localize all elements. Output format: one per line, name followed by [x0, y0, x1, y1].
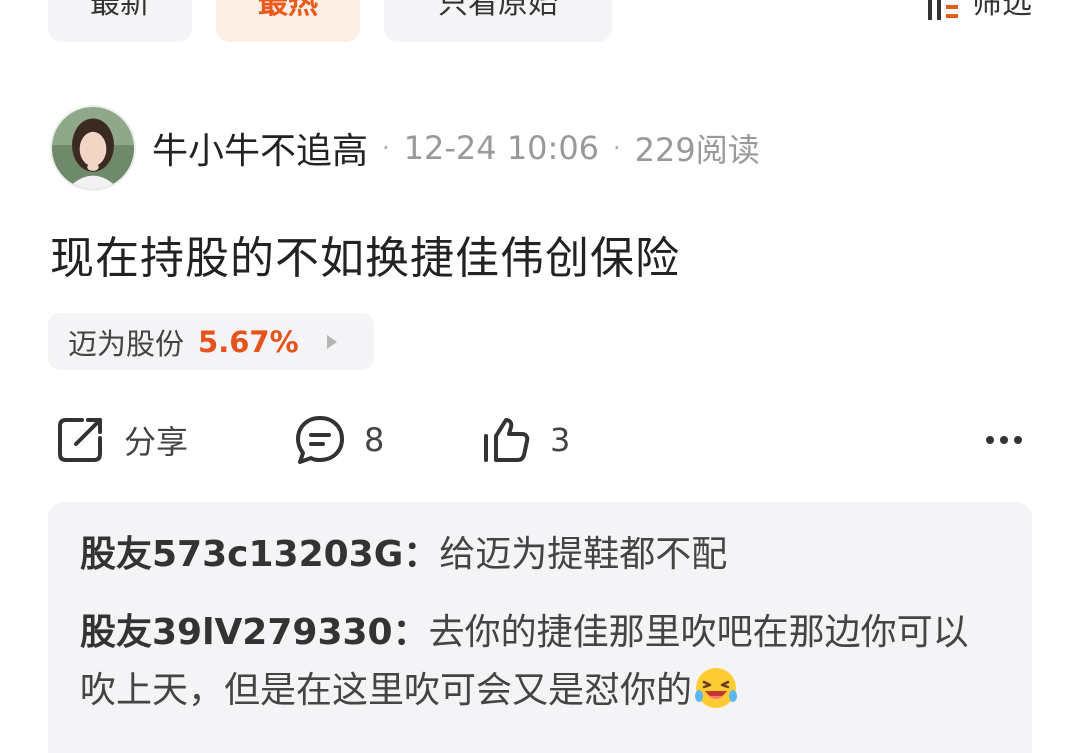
- comment-icon: [296, 416, 344, 464]
- filter-icon: [928, 0, 958, 20]
- action-bar: 分享 8 3: [52, 410, 1032, 470]
- author-name[interactable]: 牛小牛不追高: [152, 122, 368, 174]
- stock-name: 迈为股份: [68, 326, 185, 361]
- separator-dot: ·: [382, 134, 390, 162]
- filter-label: 筛选: [972, 0, 1032, 21]
- comment-user[interactable]: 股友573c13203G: [80, 534, 403, 575]
- comment-user[interactable]: 股友39lV279330: [80, 612, 393, 653]
- separator-dot: ·: [613, 134, 621, 162]
- more-dots-icon: [986, 436, 1022, 444]
- tab-hot[interactable]: 最热: [216, 0, 360, 42]
- post-content[interactable]: 现在持股的不如换捷佳伟创保险: [50, 222, 680, 286]
- like-button[interactable]: 3: [478, 410, 570, 470]
- share-label: 分享: [124, 423, 189, 461]
- sort-tabs: 最新 最热 只看原始: [48, 0, 612, 42]
- more-button[interactable]: [986, 410, 1022, 470]
- stock-change: 5.67%: [198, 324, 299, 359]
- comment-colon: ：: [392, 612, 429, 653]
- thumbs-up-icon: [484, 418, 530, 462]
- post-meta: · 12-24 10:06 · 229阅读: [382, 125, 760, 171]
- post-header: 牛小牛不追高 · 12-24 10:06 · 229阅读: [50, 104, 760, 192]
- comment-item[interactable]: 股友573c13203G：给迈为提鞋都不配: [80, 526, 1000, 584]
- comment-text: 给迈为提鞋都不配: [439, 534, 728, 575]
- tab-original-only[interactable]: 只看原始: [384, 0, 612, 42]
- chevron-right-icon: [326, 334, 337, 349]
- comment-item[interactable]: 股友39lV279330：去你的捷佳那里吹吧在那边你可以吹上天，但是在这里吹可会…: [80, 604, 1000, 720]
- tab-latest[interactable]: 最新: [48, 0, 192, 42]
- avatar[interactable]: [50, 105, 136, 191]
- stock-tag[interactable]: 迈为股份 5.67%: [48, 313, 374, 370]
- comment-count: 8: [364, 421, 385, 459]
- filter-button[interactable]: 筛选: [926, 0, 1032, 42]
- comment-button[interactable]: 8: [292, 410, 384, 470]
- laughing-emoji-icon: [695, 668, 738, 708]
- comment-preview[interactable]: 股友573c13203G：给迈为提鞋都不配 股友39lV279330：去你的捷佳…: [48, 502, 1032, 753]
- comment-colon: ：: [403, 534, 440, 575]
- like-count: 3: [550, 421, 571, 459]
- share-button[interactable]: 分享: [52, 410, 188, 470]
- post-time: 12-24 10:06: [403, 129, 600, 167]
- avatar-image: [52, 107, 134, 189]
- view-count: 229阅读: [634, 131, 760, 169]
- share-icon: [58, 418, 102, 462]
- comments-more[interactable]: ...: [955, 735, 1002, 753]
- post-page: 最新 最热 只看原始 筛选 牛小牛不追高 · 12-24 10:06 · 229…: [0, 0, 1080, 753]
